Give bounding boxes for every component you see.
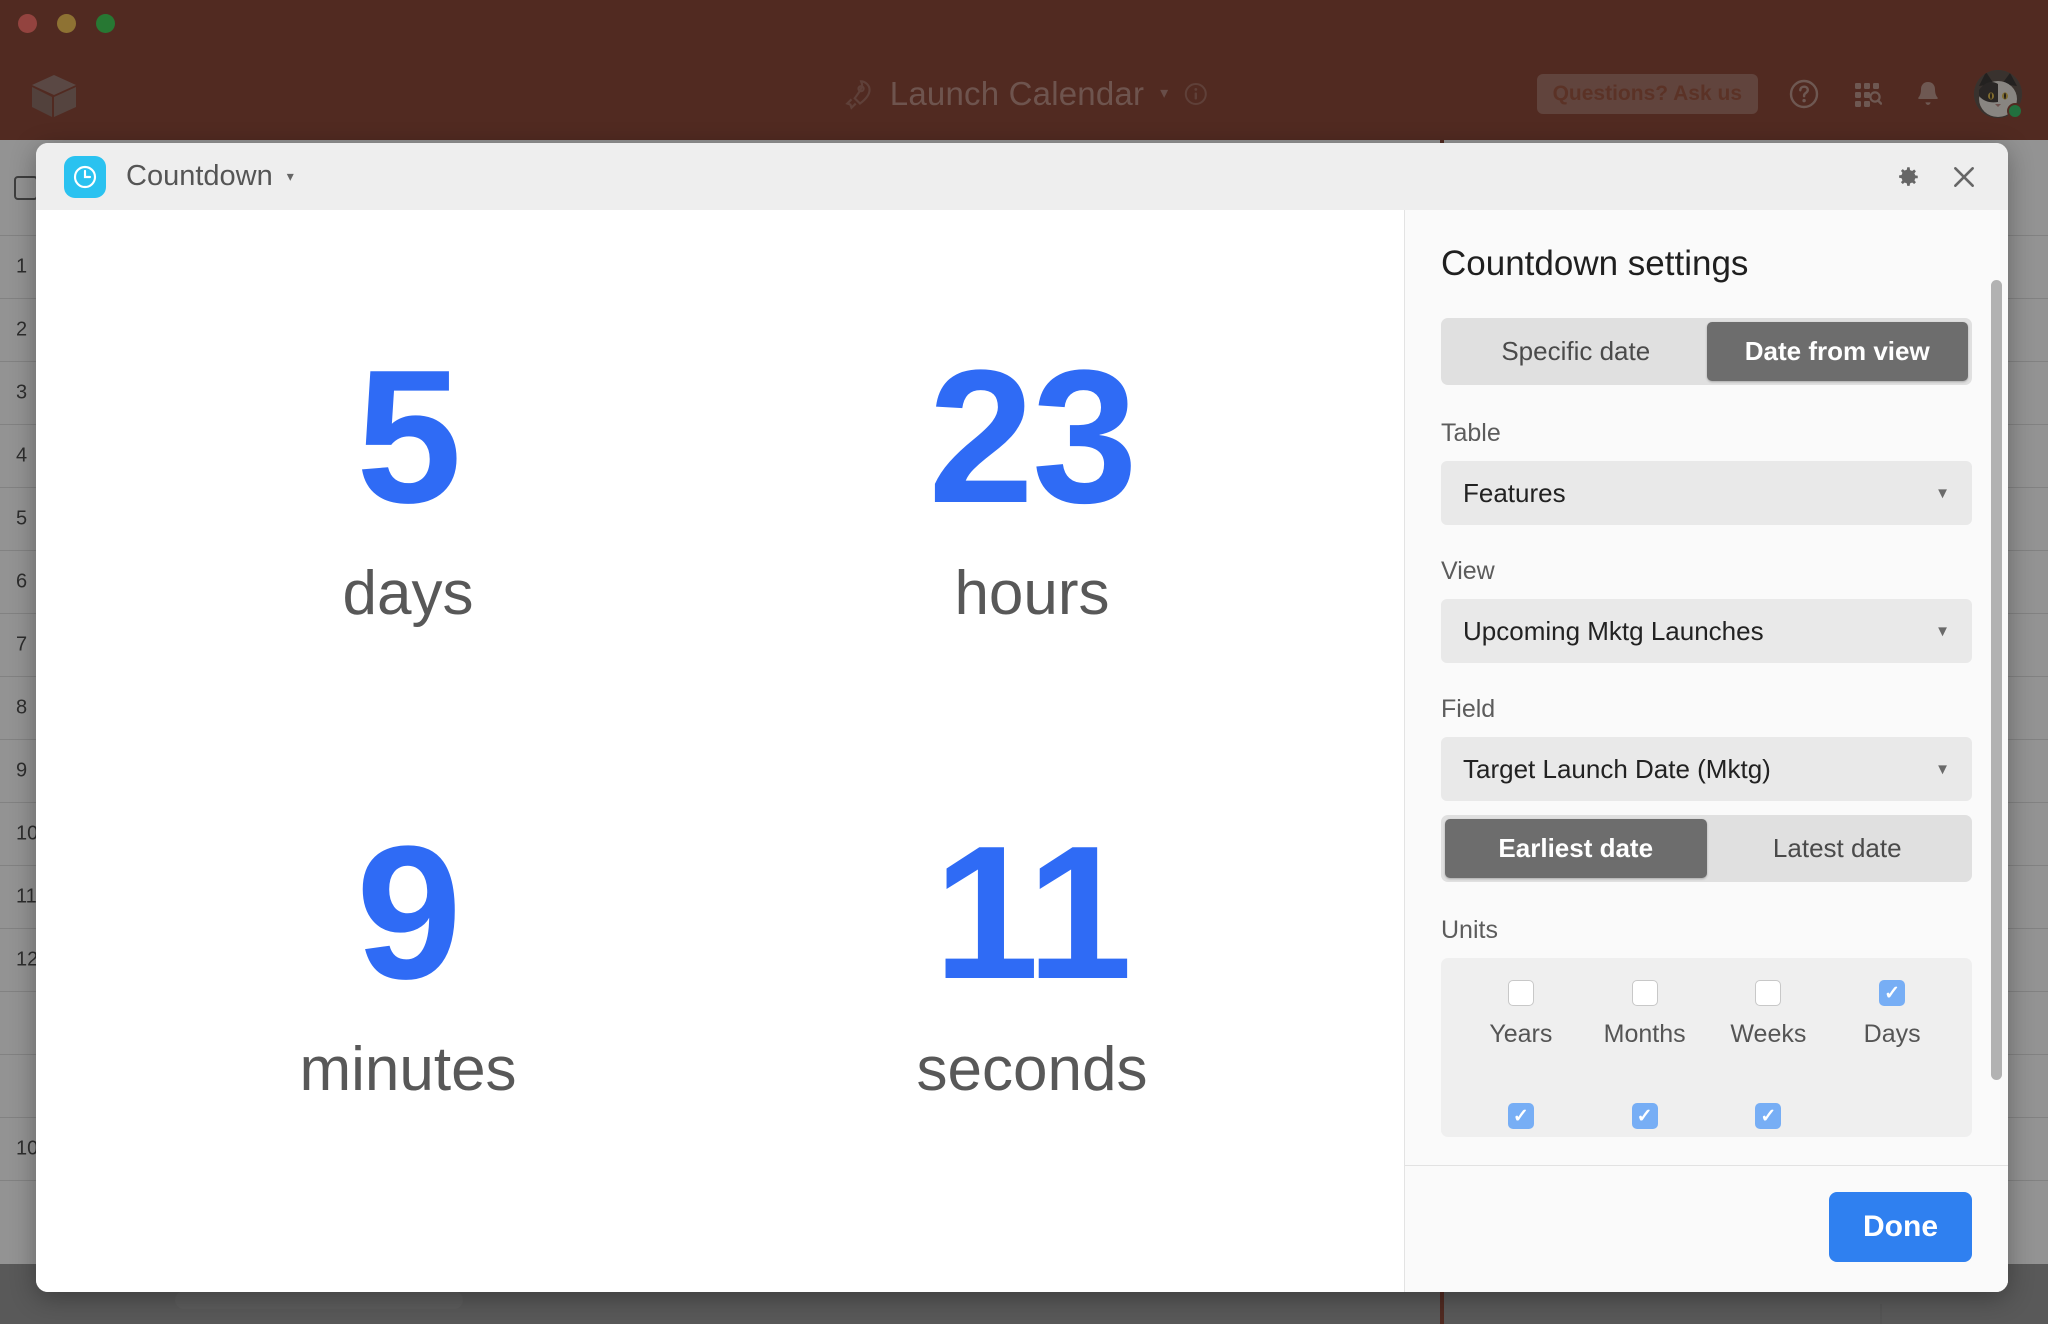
view-select-value: Upcoming Mktg Launches — [1463, 615, 1764, 646]
countdown-value: 5 — [356, 331, 462, 544]
settings-footer: Done — [1405, 1165, 2008, 1292]
units-label: Units — [1441, 916, 1498, 944]
gear-icon[interactable] — [1888, 157, 1928, 197]
date-pick-earliest[interactable]: Earliest date — [1445, 819, 1707, 878]
unit-days[interactable]: ✓ Days — [1830, 980, 1954, 1049]
countdown-label: days — [342, 558, 474, 628]
countdown-settings-panel: Countdown settings Specific date Date fr… — [1404, 210, 2008, 1292]
countdown-unit-seconds: 11 seconds — [916, 807, 1148, 1105]
unit-months-label: Months — [1603, 1020, 1686, 1048]
chevron-down-icon: ▼ — [1935, 484, 1950, 502]
field-label: Field — [1441, 695, 1496, 723]
unit-months-checkbox[interactable]: ✓ — [1631, 980, 1658, 1006]
table-label: Table — [1441, 419, 1501, 447]
chevron-down-icon: ▼ — [1935, 622, 1950, 640]
modal-topbar: Countdown ▾ — [36, 143, 2008, 210]
unit-years-checkbox[interactable]: ✓ — [1507, 980, 1534, 1006]
close-glyph — [1954, 166, 1974, 187]
gear-glyph — [1899, 166, 1918, 186]
view-select[interactable]: Upcoming Mktg Launches ▼ — [1441, 599, 1972, 663]
modal-body: 5 days 23 hours 9 minutes 11 seconds Cou… — [36, 210, 2008, 1292]
countdown-label: hours — [954, 558, 1110, 628]
source-mode-toggle: Specific date Date from view — [1441, 318, 1972, 385]
unit-weeks[interactable]: ✓ Weeks — [1707, 980, 1831, 1049]
modal-title: Countdown — [126, 160, 273, 192]
unit-seconds-checkbox[interactable]: ✓ — [1755, 1103, 1782, 1129]
unit-hours[interactable]: ✓ — [1459, 1103, 1583, 1129]
unit-months[interactable]: ✓ Months — [1583, 980, 1707, 1049]
countdown-label: minutes — [299, 1034, 517, 1104]
close-icon[interactable] — [1944, 157, 1984, 197]
countdown-unit-hours: 23 hours — [928, 331, 1137, 629]
countdown-value: 23 — [928, 331, 1137, 544]
countdown-label: seconds — [916, 1034, 1148, 1104]
scrollbar-divider — [1880, 1304, 1882, 1324]
done-button[interactable]: Done — [1829, 1192, 1972, 1262]
unit-years[interactable]: ✓ Years — [1459, 980, 1583, 1049]
units-checkbox-group: ✓ Years ✓ Months ✓ Weeks — [1441, 958, 1972, 1137]
countdown-unit-minutes: 9 minutes — [299, 807, 517, 1105]
unit-minutes-checkbox[interactable]: ✓ — [1631, 1103, 1658, 1129]
field-select-value: Target Launch Date (Mktg) — [1463, 753, 1771, 784]
countdown-value: 9 — [356, 807, 462, 1020]
chevron-down-icon: ▼ — [1935, 760, 1950, 778]
countdown-display: 5 days 23 hours 9 minutes 11 seconds — [36, 210, 1404, 1292]
unit-spacer — [1830, 1103, 1954, 1129]
source-mode-specific-date[interactable]: Specific date — [1445, 322, 1707, 381]
units-row-primary: ✓ Years ✓ Months ✓ Weeks — [1459, 980, 1954, 1049]
settings-title: Countdown settings — [1441, 244, 1749, 283]
units-row-secondary: ✓ ✓ ✓ — [1459, 1103, 1954, 1137]
unit-weeks-checkbox[interactable]: ✓ — [1755, 980, 1782, 1006]
table-select-value: Features — [1463, 477, 1566, 508]
clock-glyph — [73, 165, 97, 188]
date-pick-toggle: Earliest date Latest date — [1441, 815, 1972, 882]
countdown-value: 11 — [933, 807, 1133, 1020]
date-pick-latest[interactable]: Latest date — [1707, 819, 1969, 878]
unit-years-label: Years — [1489, 1020, 1553, 1048]
field-select[interactable]: Target Launch Date (Mktg) ▼ — [1441, 737, 1972, 801]
chevron-down-icon[interactable]: ▾ — [287, 168, 294, 185]
unit-days-label: Days — [1863, 1020, 1921, 1048]
table-select[interactable]: Features ▼ — [1441, 461, 1972, 525]
unit-minutes[interactable]: ✓ — [1583, 1103, 1707, 1129]
os-window: Launch Calendar ▾ Questions? Ask us — [0, 0, 2048, 1324]
settings-scrollbar-thumb[interactable] — [1991, 280, 2002, 1080]
unit-days-checkbox[interactable]: ✓ — [1879, 980, 1906, 1006]
source-mode-date-from-view[interactable]: Date from view — [1706, 322, 1968, 381]
clock-icon — [64, 155, 106, 198]
unit-seconds[interactable]: ✓ — [1707, 1103, 1831, 1129]
horizontal-scrollbar-thumb[interactable] — [175, 1291, 463, 1309]
unit-hours-checkbox[interactable]: ✓ — [1507, 1103, 1534, 1129]
countdown-app-modal: Countdown ▾ 5 days 23 hours 9 minutes 11… — [36, 143, 2008, 1292]
settings-scroll-area: Countdown settings Specific date Date fr… — [1405, 210, 2008, 1165]
countdown-unit-days: 5 days — [342, 331, 474, 629]
unit-weeks-label: Weeks — [1730, 1020, 1807, 1048]
view-label: View — [1441, 557, 1495, 585]
